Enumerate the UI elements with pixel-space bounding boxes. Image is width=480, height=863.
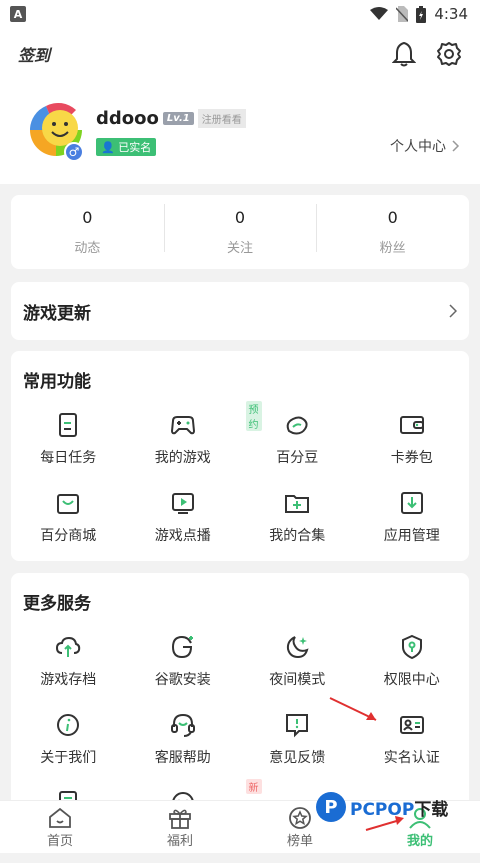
cloud-upload-icon — [56, 636, 81, 657]
play-icon — [171, 493, 194, 514]
menu-label: 游戏点播 — [154, 528, 211, 544]
section-title: 常用功能 — [23, 372, 91, 392]
moon-icon — [287, 636, 309, 659]
nav-label: 首页 — [46, 833, 73, 849]
game-update-title: 游戏更新 — [23, 303, 91, 324]
wallet-icon — [399, 416, 424, 434]
username: ddooo — [96, 108, 159, 129]
menu-item-google-install[interactable]: 谷歌安装 — [126, 629, 241, 707]
new-tag: 新 — [245, 779, 262, 794]
verified-badge: 👤 已实名 — [96, 138, 157, 156]
menu-item-shop[interactable]: 百分商城 — [11, 485, 126, 563]
personal-center-link[interactable]: 个人中心 — [390, 136, 460, 156]
stat-fans[interactable]: 0 粉丝 — [316, 204, 469, 256]
app-notification-icon: A — [10, 6, 26, 22]
clock: 4:34 — [434, 5, 468, 23]
home-icon — [49, 807, 71, 828]
stat-value: 0 — [387, 208, 398, 227]
menu-label: 卡券包 — [390, 450, 433, 466]
top-bar: 签到 — [0, 28, 480, 80]
section-title: 更多服务 — [23, 594, 91, 614]
stat-posts[interactable]: 0 动态 — [11, 208, 164, 256]
feedback-icon — [286, 714, 309, 738]
menu-item-daily-tasks[interactable]: 每日任务 — [11, 407, 126, 485]
shop-icon — [57, 494, 80, 514]
more-services-card: 更多服务 游戏存档 谷歌安装 夜间模式 权限中心 关于我们 客服帮助 意见反馈 — [11, 573, 469, 815]
bean-icon — [286, 416, 308, 435]
signin-button[interactable]: 签到 — [18, 42, 50, 66]
male-gender-icon: ♂ — [64, 142, 84, 162]
stat-label: 动态 — [74, 241, 101, 256]
chevron-right-icon — [449, 304, 457, 318]
nav-welfare[interactable]: 福利 — [120, 801, 240, 853]
stat-label: 粉丝 — [379, 241, 406, 256]
level-tag: 注册看看 — [197, 109, 246, 128]
menu-label: 百分豆 — [276, 450, 319, 466]
google-icon — [171, 635, 193, 659]
chevron-right-icon — [452, 140, 460, 152]
game-update-row[interactable]: 游戏更新 — [11, 282, 469, 340]
menu-label: 每日任务 — [40, 450, 97, 466]
menu-label: 关于我们 — [40, 750, 97, 766]
gift-icon — [169, 809, 191, 829]
menu-label: 我的合集 — [269, 528, 326, 544]
headset-icon — [170, 713, 195, 737]
common-functions-card: 常用功能 每日任务 预约 我的游戏 百分豆 卡券包 百分商城 游戏点播 我的合集… — [11, 351, 469, 561]
wifi-icon — [370, 7, 389, 20]
annotation-arrow-icon — [329, 697, 377, 721]
stat-value: 0 — [82, 208, 93, 227]
level-badge: Lv.1 — [162, 112, 194, 125]
stats-card: 0 动态 0 关注 0 粉丝 — [11, 195, 469, 269]
menu-label: 百分商城 — [40, 528, 97, 544]
menu-label: 我的游戏 — [154, 450, 211, 466]
menu-label: 客服帮助 — [154, 750, 211, 766]
menu-item-app-management[interactable]: 应用管理 — [355, 485, 470, 563]
info-icon — [57, 714, 80, 736]
menu-label: 应用管理 — [383, 528, 440, 544]
menu-label: 权限中心 — [383, 672, 440, 688]
stat-label: 关注 — [227, 241, 254, 256]
annotation-arrow-icon — [365, 816, 404, 831]
id-card-icon — [399, 716, 424, 734]
battery-icon — [416, 5, 427, 23]
menu-label: 游戏存档 — [40, 672, 97, 688]
no-sim-icon — [396, 6, 409, 22]
watermark-logo: P — [316, 792, 346, 822]
task-icon — [59, 413, 78, 437]
nav-label: 我的 — [406, 833, 433, 849]
menu-label: 意见反馈 — [269, 750, 326, 766]
personal-center-label: 个人中心 — [390, 139, 446, 155]
menu-item-about-us[interactable]: 关于我们 — [11, 707, 126, 785]
menu-item-my-games[interactable]: 预约 我的游戏 — [126, 401, 262, 485]
nav-home[interactable]: 首页 — [0, 801, 120, 853]
watermark-suffix: 下载 — [414, 799, 449, 820]
nav-label: 福利 — [166, 833, 193, 849]
folder-plus-icon — [285, 495, 310, 513]
menu-item-beans[interactable]: 百分豆 — [240, 407, 355, 485]
menu-item-coupons[interactable]: 卡券包 — [355, 407, 470, 485]
menu-item-customer-service[interactable]: 客服帮助 — [126, 707, 241, 785]
bell-icon[interactable] — [392, 41, 416, 67]
menu-label: 夜间模式 — [269, 672, 326, 688]
download-box-icon — [400, 492, 423, 514]
shield-icon — [401, 634, 422, 660]
stat-value: 0 — [234, 208, 246, 227]
menu-item-my-collections[interactable]: 我的合集 — [240, 485, 355, 563]
menu-label: 谷歌安装 — [154, 672, 211, 688]
profile-header: ♂ ddooo Lv.1 注册看看 👤 已实名 个人中心 — [0, 80, 480, 184]
gamepad-icon — [170, 416, 195, 435]
nav-label: 榜单 — [286, 833, 313, 849]
settings-gear-icon[interactable] — [436, 41, 462, 67]
star-icon — [289, 806, 311, 829]
stat-following[interactable]: 0 关注 — [163, 204, 317, 256]
menu-item-game-save[interactable]: 游戏存档 — [11, 629, 126, 707]
menu-label: 实名认证 — [383, 750, 440, 766]
status-bar: A 4:34 — [0, 0, 480, 28]
menu-item-game-vod[interactable]: 游戏点播 — [126, 485, 241, 563]
